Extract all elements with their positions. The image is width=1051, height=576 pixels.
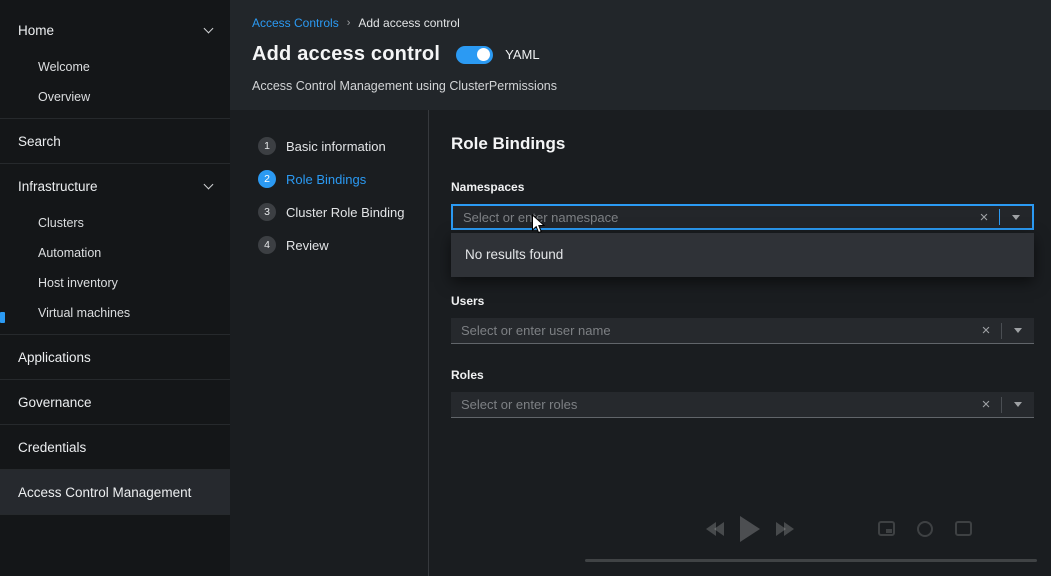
clear-icon[interactable]: × (971, 397, 1001, 412)
sidebar-item-overview[interactable]: Overview (0, 82, 230, 112)
no-results-message: No results found (451, 245, 1034, 265)
sidebar-item-home-label: Home (18, 23, 54, 38)
yaml-toggle-label: YAML (505, 47, 539, 62)
sidebar-item-applications[interactable]: Applications (0, 335, 230, 379)
sidebar-item-search-label: Search (18, 134, 61, 149)
breadcrumb-separator-icon: › (347, 17, 351, 29)
namespaces-dropdown: No results found (451, 233, 1034, 277)
sidebar-item-clusters-label: Clusters (38, 216, 84, 230)
mouse-cursor (531, 214, 546, 235)
page-subtitle: Access Control Management using ClusterP… (252, 79, 1027, 93)
yaml-toggle[interactable] (456, 46, 493, 64)
player-progress-bar[interactable] (585, 559, 1037, 562)
sidebar-item-access-control-management-label: Access Control Management (18, 485, 191, 500)
settings-icon[interactable] (917, 521, 933, 537)
users-combo-wrap: × (451, 318, 1034, 344)
form-panel: Role Bindings Namespaces × No results fo… (429, 110, 1051, 576)
sidebar-item-governance[interactable]: Governance (0, 380, 230, 424)
step-label-role-bindings: Role Bindings (286, 172, 366, 187)
sidebar-item-virtual-machines[interactable]: Virtual machines (0, 298, 230, 328)
sidebar-item-access-control-management[interactable]: Access Control Management (0, 470, 230, 514)
breadcrumb-current: Add access control (358, 16, 459, 30)
roles-combo-wrap: × (451, 392, 1034, 418)
sidebar-item-clusters[interactable]: Clusters (0, 208, 230, 238)
wizard-nav: 1 Basic information 2 Role Bindings 3 Cl… (230, 110, 429, 576)
main-panel: Access Controls › Add access control Add… (230, 0, 1051, 576)
step-number-4: 4 (258, 236, 276, 254)
play-icon[interactable] (740, 516, 760, 542)
sidebar-group-credentials: Credentials (0, 425, 230, 470)
rewind-icon[interactable] (706, 522, 724, 536)
sidebar-item-home[interactable]: Home (0, 8, 230, 52)
sidebar-group-search: Search (0, 119, 230, 164)
sidebar: Home Welcome Overview Search Infrastruct… (0, 0, 230, 576)
sidebar-item-infrastructure-label: Infrastructure (18, 179, 98, 194)
roles-combobox[interactable]: × (451, 392, 1034, 418)
roles-input[interactable] (451, 397, 971, 412)
sidebar-item-host-inventory-label: Host inventory (38, 276, 118, 290)
step-label-basic-information: Basic information (286, 139, 386, 154)
page-header: Access Controls › Add access control Add… (230, 0, 1051, 110)
users-label: Users (451, 294, 1034, 308)
sidebar-item-governance-label: Governance (18, 395, 92, 410)
namespaces-label: Namespaces (451, 180, 1034, 194)
sidebar-item-automation-label: Automation (38, 246, 101, 260)
player-right-controls (878, 521, 972, 537)
sidebar-group-home: Home Welcome Overview (0, 8, 230, 119)
sidebar-item-automation[interactable]: Automation (0, 238, 230, 268)
step-number-2: 2 (258, 170, 276, 188)
caret-down-icon[interactable] (1000, 215, 1032, 220)
step-label-cluster-role-binding: Cluster Role Binding (286, 205, 405, 220)
app-window: Home Welcome Overview Search Infrastruct… (0, 0, 1051, 576)
sidebar-item-credentials[interactable]: Credentials (0, 425, 230, 469)
sidebar-group-infrastructure: Infrastructure Clusters Automation Host … (0, 164, 230, 335)
fullscreen-icon[interactable] (955, 521, 972, 536)
left-edge-blue-marker (0, 312, 5, 323)
step-number-3: 3 (258, 203, 276, 221)
users-input[interactable] (451, 323, 971, 338)
breadcrumb: Access Controls › Add access control (252, 16, 1027, 30)
wizard-step-role-bindings[interactable]: 2 Role Bindings (258, 170, 428, 188)
wizard-step-review[interactable]: 4 Review (258, 236, 428, 254)
form-heading: Role Bindings (451, 134, 1034, 154)
fast-forward-icon[interactable] (776, 522, 794, 536)
chevron-down-icon (204, 179, 214, 189)
sidebar-item-applications-label: Applications (18, 350, 91, 365)
sidebar-group-applications: Applications (0, 335, 230, 380)
page-title: Add access control (252, 43, 440, 66)
breadcrumb-link-access-controls[interactable]: Access Controls (252, 16, 339, 30)
step-number-1: 1 (258, 137, 276, 155)
player-center-controls (706, 516, 794, 542)
toggle-knob (477, 48, 490, 61)
clear-icon[interactable]: × (971, 323, 1001, 338)
field-roles: Roles × (451, 368, 1034, 418)
picture-in-picture-icon[interactable] (878, 521, 895, 536)
sidebar-group-access-control: Access Control Management (0, 470, 230, 515)
wizard-step-cluster-role-binding[interactable]: 3 Cluster Role Binding (258, 203, 428, 221)
caret-down-icon[interactable] (1002, 402, 1034, 407)
field-users: Users × (451, 294, 1034, 344)
roles-label: Roles (451, 368, 1034, 382)
sidebar-item-overview-label: Overview (38, 90, 90, 104)
sidebar-item-virtual-machines-label: Virtual machines (38, 306, 130, 320)
sidebar-item-search[interactable]: Search (0, 119, 230, 163)
page-body: 1 Basic information 2 Role Bindings 3 Cl… (230, 110, 1051, 576)
clear-icon[interactable]: × (969, 210, 999, 225)
sidebar-group-governance: Governance (0, 380, 230, 425)
title-row: Add access control YAML (252, 43, 1027, 66)
caret-down-icon[interactable] (1002, 328, 1034, 333)
users-combobox[interactable]: × (451, 318, 1034, 344)
sidebar-item-credentials-label: Credentials (18, 440, 86, 455)
sidebar-item-welcome-label: Welcome (38, 60, 90, 74)
step-label-review: Review (286, 238, 329, 253)
sidebar-item-infrastructure[interactable]: Infrastructure (0, 164, 230, 208)
chevron-down-icon (204, 23, 214, 33)
wizard-step-basic-information[interactable]: 1 Basic information (258, 137, 428, 155)
sidebar-item-welcome[interactable]: Welcome (0, 52, 230, 82)
sidebar-item-host-inventory[interactable]: Host inventory (0, 268, 230, 298)
